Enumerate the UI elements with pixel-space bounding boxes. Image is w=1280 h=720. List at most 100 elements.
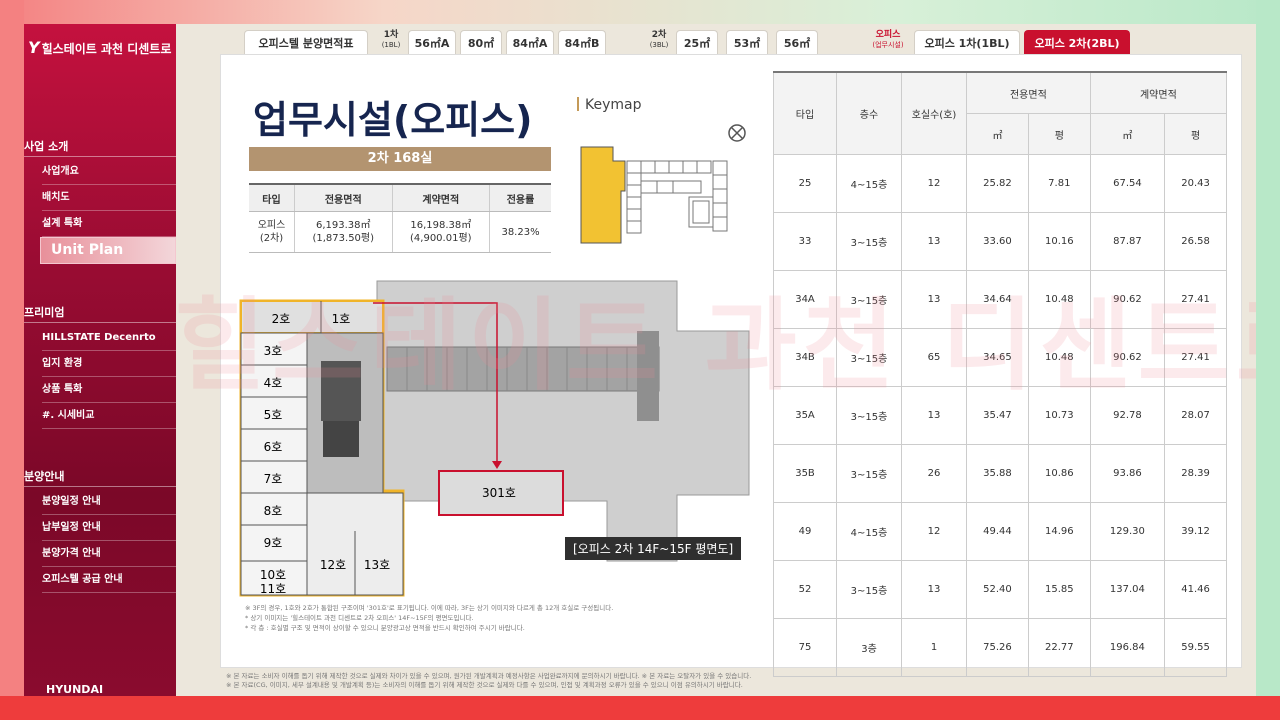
table-cell: 35.88 (966, 444, 1029, 503)
table-row: 34A 3~15층 13 34.64 10.48 90.62 27.41 (773, 270, 1227, 329)
room-label-3: 3호 (264, 344, 283, 358)
table-cell: 10.73 (1027, 386, 1091, 445)
table-cell: 3~15층 (836, 560, 902, 619)
tab-53[interactable]: 53㎡ (726, 30, 768, 56)
footnotes: ※ 본 자료는 소비자 이해를 돕기 위해 제작한 것으로 실제와 차이가 있을… (226, 672, 751, 690)
summary-cell: 38.23% (489, 211, 551, 253)
table-cell: 25 (773, 154, 837, 213)
table-cell: 129.30 (1089, 502, 1166, 561)
table-cell: 41.46 (1164, 560, 1227, 619)
nav-item-unit-plan[interactable]: Unit Plan (40, 237, 176, 264)
nav-item-schedule[interactable]: 분양일정 안내 (42, 489, 176, 515)
units-header-rooms: 호실수(호) (901, 71, 967, 155)
summary-cell: 오피스 (2차) (249, 211, 295, 253)
nav-item-pricing[interactable]: 분양가격 안내 (42, 541, 176, 567)
compass-icon (728, 124, 746, 142)
tab-office-2[interactable]: 오피스 2차(2BL) (1024, 30, 1130, 56)
nav-title: 프리미엄 (24, 304, 176, 323)
table-row: 25 4~15층 12 25.82 7.81 67.54 20.43 (773, 154, 1227, 213)
tab-25[interactable]: 25㎡ (676, 30, 718, 56)
keymap-diagram (580, 124, 746, 244)
summary-header: 전용면적 (294, 183, 393, 212)
brand-logo-text: 힐스테이트 과천 디센트로 (41, 42, 172, 56)
nav-item-officetel-supply[interactable]: 오피스텔 공급 안내 (42, 567, 176, 593)
table-cell: 14.96 (1027, 502, 1091, 561)
table-cell: 3~15층 (836, 212, 902, 271)
main-panel: 업무시설(오피스) Keymap 2차 168실 타입 전용면적 계약면적 전용… (220, 54, 1242, 677)
tab-84b[interactable]: 84㎡B (558, 30, 606, 56)
nav-item-payment[interactable]: 납부일정 안내 (42, 515, 176, 541)
units-subheader-pyeong: 평 (1164, 113, 1227, 155)
keymap-site (580, 146, 728, 244)
nav-item-layout[interactable]: 배치도 (42, 185, 176, 211)
table-cell: 59.55 (1164, 618, 1227, 677)
tab-80[interactable]: 80㎡ (460, 30, 502, 56)
summary-header-row: 타입 전용면적 계약면적 전용률 (249, 183, 551, 212)
units-subheader-m2: ㎡ (1089, 113, 1166, 155)
footnote-line: ※ 본 자료(CG, 이미지, 세부 설계내용 및 개발계획 등)는 소비자의 … (226, 681, 743, 689)
banner-unit-count: 2차 168실 (249, 147, 551, 171)
table-cell: 34A (773, 270, 837, 329)
nav-section-premium: 프리미엄 HILLSTATE Decenrto 입지 환경 상품 특화 #. 시… (24, 304, 176, 429)
table-cell: 13 (901, 270, 967, 329)
tab-office-1[interactable]: 오피스 1차(1BL) (914, 30, 1020, 56)
table-cell: 3층 (836, 618, 902, 677)
table-cell: 33 (773, 212, 837, 271)
frame-right (1256, 0, 1280, 720)
table-cell: 35A (773, 386, 837, 445)
sidebar: Y 힐스테이트 과천 디센트로 사업 소개 사업개요 배치도 설계 특화 Unit… (24, 24, 176, 696)
table-cell: 39.12 (1164, 502, 1227, 561)
floorplan-notes: ※ 3F의 경우, 1호와 2호가 통합된 구조이며 '301호'로 표기됩니다… (245, 603, 613, 633)
units-subheader-m2: ㎡ (966, 113, 1029, 155)
tab-group-label-2: 2차 (3BL) (646, 30, 672, 50)
footnote-line: ※ 본 자료는 소비자 이해를 돕기 위해 제작한 것으로 실제와 차이가 있을… (226, 672, 752, 680)
nav-item-hillstate[interactable]: HILLSTATE Decenrto (42, 325, 176, 351)
tab-officetel-area-table[interactable]: 오피스텔 분양면적표 (244, 30, 368, 56)
nav-section-business: 사업 소개 사업개요 배치도 설계 특화 Unit Plan (24, 138, 176, 264)
table-cell: 93.86 (1089, 444, 1166, 503)
tab-56a[interactable]: 56㎡A (408, 30, 456, 56)
table-cell: 137.04 (1089, 560, 1166, 619)
nav-item-location[interactable]: 입지 환경 (42, 351, 176, 377)
room-label-6: 6호 (264, 440, 283, 454)
table-cell: 15.85 (1027, 560, 1091, 619)
frame-left (0, 0, 24, 720)
table-cell: 49.44 (966, 502, 1029, 561)
tab-84a[interactable]: 84㎡A (506, 30, 554, 56)
tab-group-label-text: 2차 (651, 30, 667, 40)
table-cell: 52.40 (966, 560, 1029, 619)
table-cell: 28.39 (1164, 444, 1227, 503)
brand-logo[interactable]: Y 힐스테이트 과천 디센트로 (28, 38, 171, 57)
tab-group-label-text: 1차 (383, 30, 399, 40)
table-cell: 7.81 (1027, 154, 1091, 213)
table-cell: 28.07 (1164, 386, 1227, 445)
nav-item-product[interactable]: 상품 특화 (42, 377, 176, 403)
table-cell: 75 (773, 618, 837, 677)
table-cell: 4~15층 (836, 154, 902, 213)
table-cell: 90.62 (1089, 328, 1166, 387)
table-cell: 35B (773, 444, 837, 503)
room-label-8: 8호 (264, 504, 283, 518)
nav-item-overview[interactable]: 사업개요 (42, 159, 176, 185)
brand-mark-icon: Y (28, 38, 40, 57)
table-cell: 35.47 (966, 386, 1029, 445)
tab-group-label-sub: (3BL) (649, 41, 669, 49)
app: Y 힐스테이트 과천 디센트로 사업 소개 사업개요 배치도 설계 특화 Unit… (24, 24, 1256, 696)
summary-cell: 16,198.38㎡ (4,900.01평) (391, 211, 490, 253)
tab-56[interactable]: 56㎡ (776, 30, 818, 56)
table-cell: 3~15층 (836, 328, 902, 387)
note-line: ※ 3F의 경우, 1호와 2호가 통합된 구조이며 '301호'로 표기됩니다… (245, 604, 614, 612)
nav-item-design[interactable]: 설계 특화 (42, 211, 176, 237)
table-cell: 13 (901, 386, 967, 445)
table-cell: 12 (901, 154, 967, 213)
table-row: 52 3~15층 13 52.40 15.85 137.04 41.46 (773, 560, 1227, 619)
nav-item-price-compare[interactable]: #. 시세비교 (42, 403, 176, 429)
summary-row: 오피스 (2차) 6,193.38㎡ (1,873.50평) 16,198.38… (249, 211, 551, 253)
nav-title: 분양안내 (24, 468, 176, 487)
table-cell: 1 (901, 618, 967, 677)
nav-title: 사업 소개 (24, 138, 176, 157)
table-cell: 75.26 (966, 618, 1029, 677)
table-cell: 12 (901, 502, 967, 561)
table-cell: 33.60 (966, 212, 1029, 271)
table-cell: 10.48 (1027, 328, 1091, 387)
